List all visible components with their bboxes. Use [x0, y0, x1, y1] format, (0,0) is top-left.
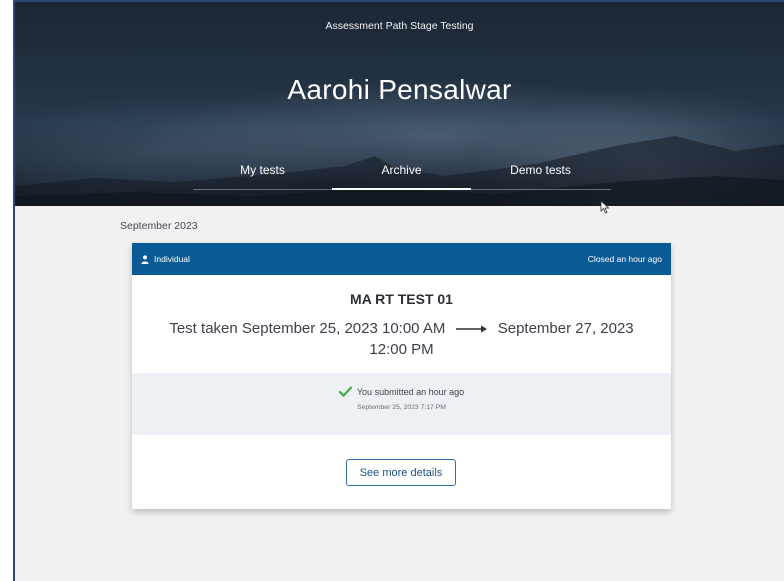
mouse-cursor-icon	[600, 200, 610, 214]
test-date-range: Test taken September 25, 2023 10:00 AM S…	[156, 318, 647, 360]
test-status: Closed an hour ago	[587, 254, 662, 264]
submission-text: You submitted an hour ago	[356, 386, 465, 397]
taken-prefix: Test taken	[169, 320, 238, 337]
start-date: September 25, 2023 10:00 AM	[241, 320, 446, 337]
app-frame: Assessment Path Stage Testing Aarohi Pen…	[13, 0, 784, 581]
test-type: Individual	[141, 254, 190, 264]
arrow-right-icon	[455, 325, 487, 333]
month-group-label: September 2023	[120, 220, 198, 232]
test-type-label: Individual	[154, 254, 190, 264]
tab-my-tests[interactable]: My tests	[193, 157, 332, 189]
user-name-heading: Aarohi Pensalwar	[287, 74, 512, 105]
organization-name: Assessment Path Stage Testing	[325, 20, 474, 32]
checkmark-icon	[338, 386, 352, 397]
tab-demo-tests[interactable]: Demo tests	[471, 157, 610, 189]
test-title: MA RT TEST 01	[350, 291, 453, 307]
tab-archive[interactable]: Archive	[332, 157, 471, 190]
submission-time: September 25, 2023 7:17 PM	[357, 404, 446, 411]
submission-status: You submitted an hour ago September 25, …	[132, 373, 671, 435]
tab-bar: My tests Archive Demo tests	[193, 157, 611, 190]
submission-line: You submitted an hour ago	[132, 386, 671, 397]
test-card: Individual Closed an hour ago MA RT TEST…	[132, 243, 671, 509]
card-header: Individual Closed an hour ago	[132, 243, 671, 275]
user-icon	[141, 254, 149, 264]
see-more-details-button[interactable]: See more details	[346, 459, 456, 486]
profile-banner: Assessment Path Stage Testing Aarohi Pen…	[15, 2, 784, 206]
